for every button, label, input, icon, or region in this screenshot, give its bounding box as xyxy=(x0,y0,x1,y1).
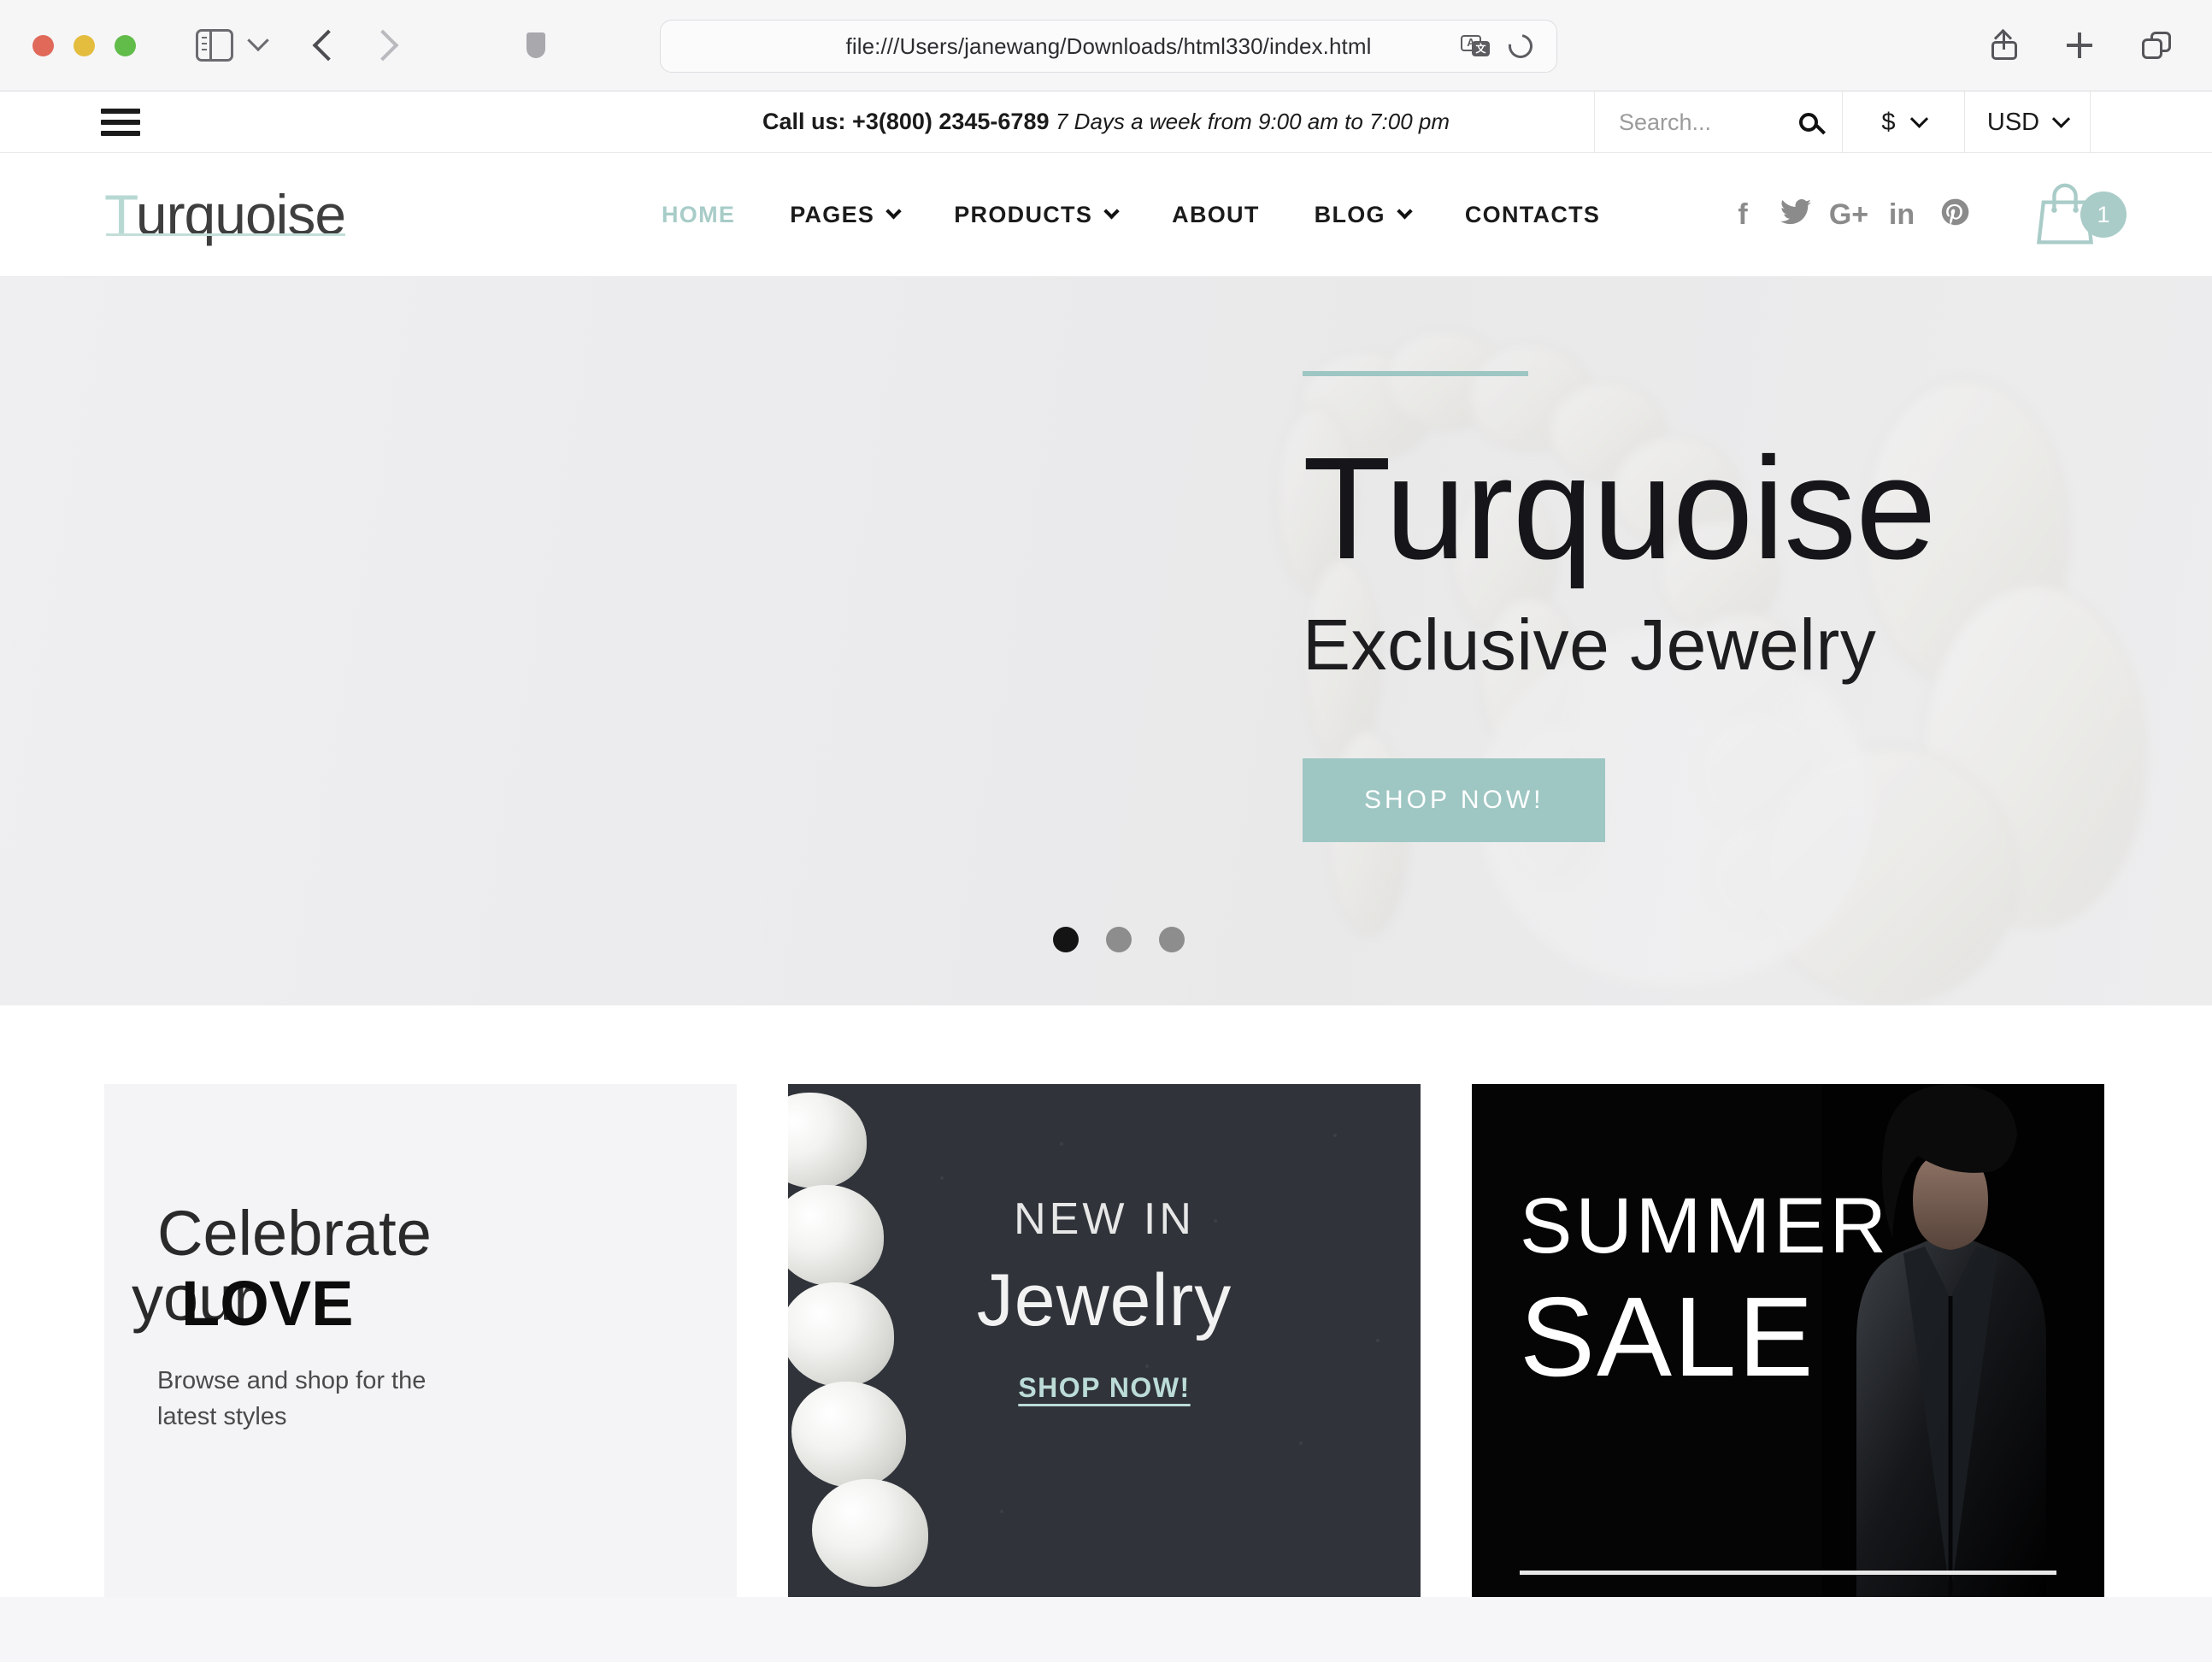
hero-shop-now-button[interactable]: SHOP NOW! xyxy=(1303,758,1606,842)
chevron-down-icon[interactable] xyxy=(247,29,269,52)
main-navigation: HOME PAGES PRODUCTS ABOUT BLOG CONTACTS xyxy=(634,202,1627,228)
topbar-spacer xyxy=(2090,91,2212,153)
nav-label: PRODUCTS xyxy=(954,201,1093,227)
window-controls[interactable] xyxy=(32,34,136,56)
address-bar[interactable]: file:///Users/janewang/Downloads/html330… xyxy=(660,20,1557,73)
linkedin-icon[interactable]: in xyxy=(1875,200,1928,229)
promo-description-line-2: latest styles xyxy=(157,1402,287,1430)
logo-rest: urquoise xyxy=(135,183,346,246)
nav-item-contacts[interactable]: CONTACTS xyxy=(1438,202,1627,228)
nav-item-products[interactable]: PRODUCTS xyxy=(927,202,1144,228)
browser-toolbar-actions xyxy=(1991,31,2171,60)
business-hours: 7 Days a week from 9:00 am to 7:00 pm xyxy=(1056,109,1450,134)
url-text: file:///Users/janewang/Downloads/html330… xyxy=(845,32,1372,59)
social-links: f G+ in xyxy=(1716,197,1981,232)
promo-card-celebrate-love[interactable]: Celebrate your LOVE Browse and shop for … xyxy=(104,1084,737,1597)
minimize-window-button[interactable] xyxy=(74,34,95,56)
promo-description: Browse and shop for the latest styles xyxy=(157,1363,432,1435)
currency-code-selector[interactable]: USD xyxy=(1964,91,2090,153)
maximize-window-button[interactable] xyxy=(115,34,136,56)
close-window-button[interactable] xyxy=(32,34,54,56)
promo-line-1: SUMMER xyxy=(1520,1182,1890,1270)
privacy-shield-icon[interactable] xyxy=(527,32,545,58)
slider-dot-2[interactable] xyxy=(1106,927,1132,952)
hero-title: Turquoise xyxy=(1303,427,1937,590)
search-icon[interactable] xyxy=(1799,113,1818,132)
logo-initial: T xyxy=(104,183,137,246)
nav-item-home[interactable]: HOME xyxy=(634,202,762,228)
slider-dot-3[interactable] xyxy=(1159,927,1185,952)
forward-arrow-icon[interactable] xyxy=(367,29,399,62)
currency-symbol-value: $ xyxy=(1881,108,1896,136)
tab-overview-icon[interactable] xyxy=(2142,32,2171,59)
promo-card-new-in-jewelry[interactable]: NEW IN Jewelry SHOP NOW! xyxy=(788,1084,1421,1597)
promo-card-text: Celebrate your LOVE Browse and shop for … xyxy=(132,1198,432,1435)
promo-line-1: NEW IN xyxy=(1014,1194,1195,1244)
chevron-down-icon xyxy=(885,203,902,219)
facebook-icon[interactable]: f xyxy=(1716,200,1769,229)
promo-bottom-rule xyxy=(1520,1571,2056,1575)
promo-line-3: LOVE xyxy=(181,1267,354,1339)
site-logo[interactable]: Turquoise xyxy=(104,183,346,246)
promo-shop-now-link[interactable]: SHOP NOW! xyxy=(1018,1372,1190,1404)
hamburger-menu-icon[interactable] xyxy=(101,108,140,136)
nav-label: HOME xyxy=(662,201,736,227)
nav-item-pages[interactable]: PAGES xyxy=(762,202,927,228)
nav-item-blog[interactable]: BLOG xyxy=(1287,202,1438,228)
slider-pagination xyxy=(1053,927,1185,952)
chevron-down-icon xyxy=(1103,203,1120,219)
logo-underline xyxy=(106,233,346,236)
slider-dot-1[interactable] xyxy=(1053,927,1079,952)
promo-card-text: SUMMER SALE xyxy=(1520,1187,1890,1394)
promo-line-2: SALE xyxy=(1520,1274,1815,1400)
sidebar-icon xyxy=(196,29,233,62)
nav-label: CONTACTS xyxy=(1464,201,1601,227)
promo-row: Celebrate your LOVE Browse and shop for … xyxy=(0,1084,2212,1597)
pinterest-icon[interactable] xyxy=(1928,197,1981,232)
translate-glyph-b: 文 xyxy=(1472,41,1490,56)
hero-content: Turquoise Exclusive Jewelry SHOP NOW! xyxy=(1303,371,2089,842)
header-right-group: f G+ in 1 xyxy=(1716,182,2127,247)
back-arrow-icon[interactable] xyxy=(312,29,344,62)
site-header: Turquoise HOME PAGES PRODUCTS ABOUT BLOG… xyxy=(0,153,2212,277)
currency-symbol-selector[interactable]: $ xyxy=(1842,91,1964,153)
call-us-label: Call us: xyxy=(762,109,846,134)
chevron-down-icon xyxy=(1909,109,1928,128)
plus-icon[interactable] xyxy=(2067,32,2092,58)
site-topbar: Call us: +3(800) 2345-6789 7 Days a week… xyxy=(0,91,2212,153)
promo-line-1: Celebrate xyxy=(157,1198,432,1269)
nav-label: ABOUT xyxy=(1172,201,1260,227)
reload-icon[interactable] xyxy=(1503,29,1538,63)
browser-chrome: file:///Users/janewang/Downloads/html330… xyxy=(0,0,2212,91)
promo-section: Celebrate your LOVE Browse and shop for … xyxy=(0,1005,2212,1597)
cart-count-badge: 1 xyxy=(2080,192,2127,238)
nav-item-about[interactable]: ABOUT xyxy=(1144,202,1287,228)
hero-subtitle: Exclusive Jewelry xyxy=(1303,604,1877,685)
topbar-right-group: $ USD xyxy=(1594,91,2212,153)
google-plus-icon[interactable]: G+ xyxy=(1822,200,1875,229)
promo-line-2: Jewelry xyxy=(976,1259,1232,1341)
search-input[interactable] xyxy=(1619,109,1790,136)
nav-label: PAGES xyxy=(790,201,875,227)
nav-label: BLOG xyxy=(1314,201,1385,227)
hero-slider: Turquoise Exclusive Jewelry SHOP NOW! xyxy=(0,277,2212,1005)
promo-card-text: NEW IN Jewelry SHOP NOW! xyxy=(788,1193,1421,1404)
translate-icon[interactable]: A 文 xyxy=(1461,35,1490,57)
phone-number[interactable]: +3(800) 2345-6789 xyxy=(852,109,1049,134)
cart-button[interactable]: 1 xyxy=(2034,182,2127,247)
hero-accent-rule xyxy=(1303,371,1528,376)
share-icon[interactable] xyxy=(1991,31,2017,60)
currency-code-value: USD xyxy=(1986,108,2040,136)
promo-card-summer-sale[interactable]: SUMMER SALE xyxy=(1472,1084,2104,1597)
promo-description-line-1: Browse and shop for the xyxy=(157,1366,427,1394)
twitter-icon[interactable] xyxy=(1769,198,1822,230)
chevron-down-icon xyxy=(2052,109,2071,128)
search-box[interactable] xyxy=(1594,91,1842,153)
sidebar-toggle-button[interactable] xyxy=(196,29,233,62)
call-us-info: Call us: +3(800) 2345-6789 7 Days a week… xyxy=(762,109,1450,135)
chevron-down-icon xyxy=(1397,203,1413,219)
